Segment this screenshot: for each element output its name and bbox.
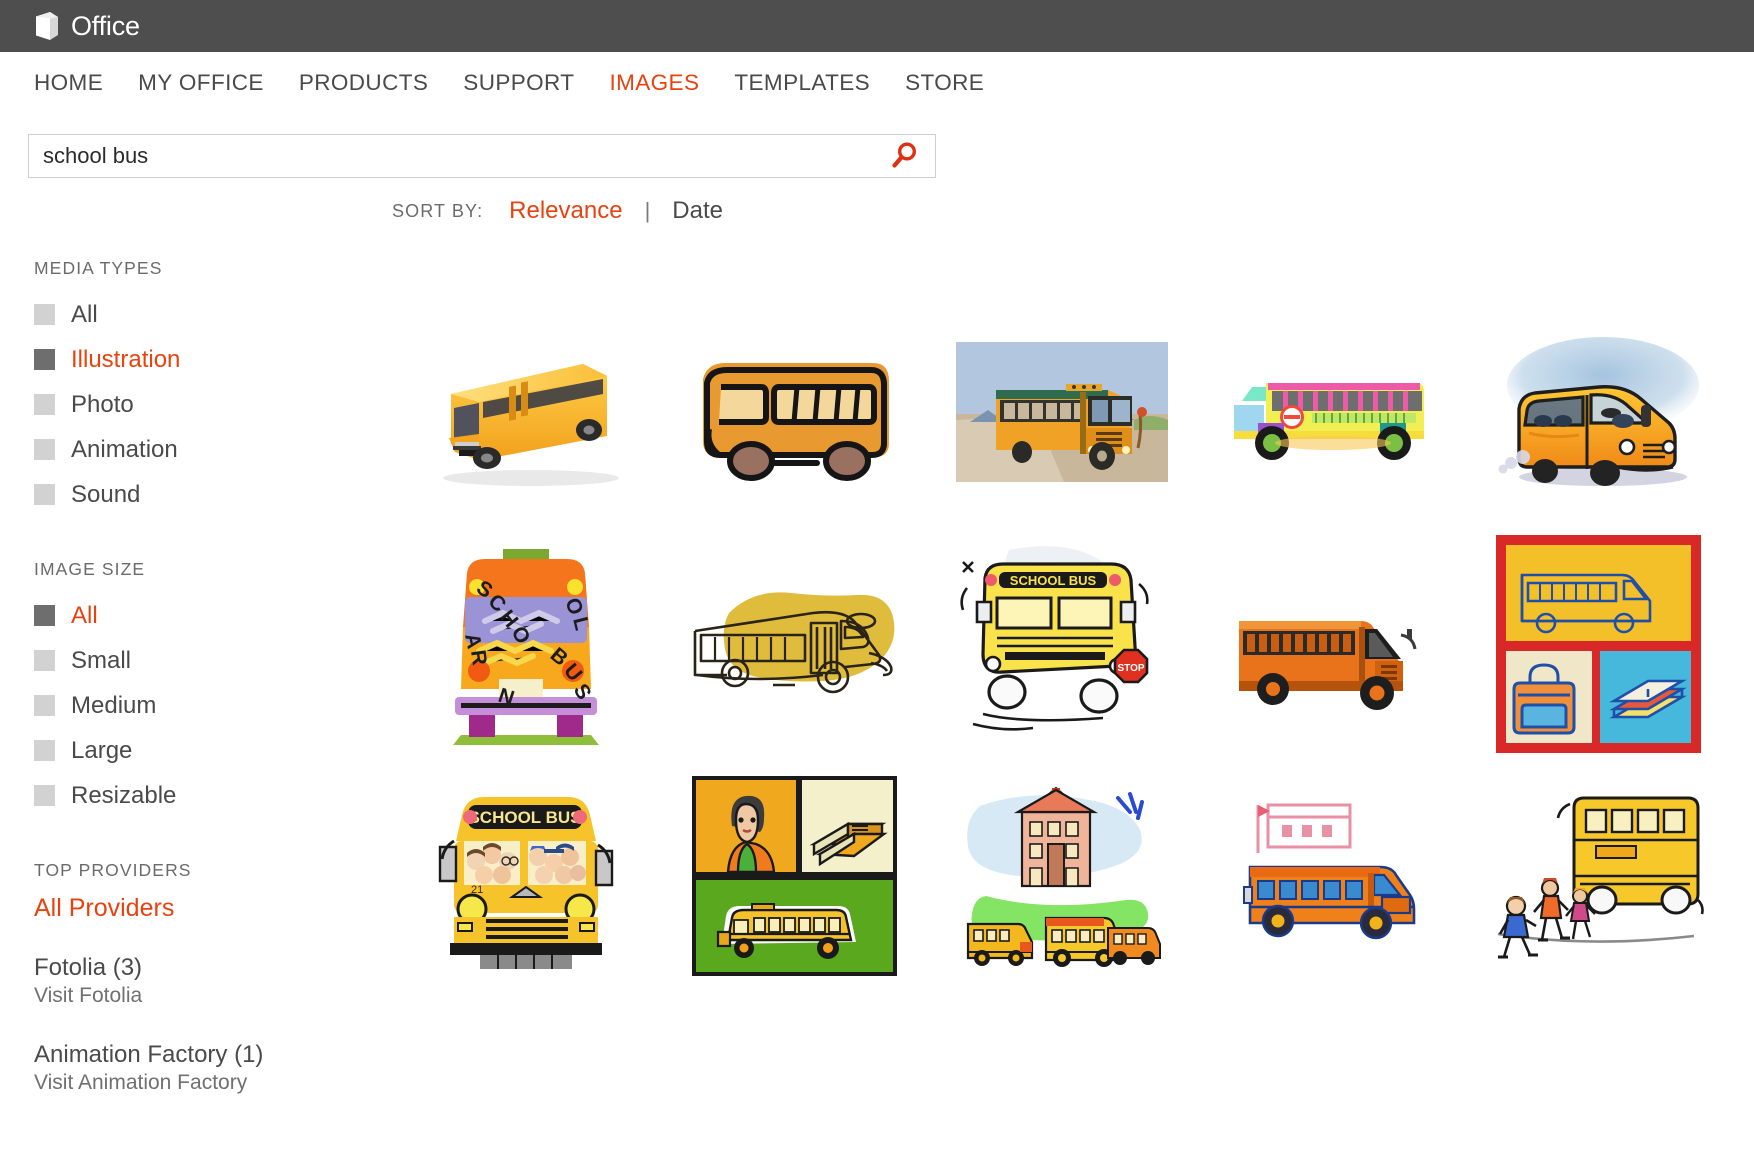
search-button[interactable] [873,135,935,177]
svg-text:SCHOOL BUS: SCHOOL BUS [1010,573,1097,588]
sort-option-relevance[interactable]: Relevance [509,197,622,225]
facet-label: All [71,601,98,629]
facet-group-image-size: IMAGE SIZE All Small Medium Large Resiza… [34,559,364,818]
checkbox-icon[interactable] [34,740,55,761]
image-results-grid: S C H O O L B U S A R N SCHOOL BUS STOP … [392,296,1732,992]
checkbox-icon[interactable] [34,695,55,716]
facet-label: Large [71,736,133,764]
facet-label: Illustration [71,345,181,373]
facet-image-size-medium[interactable]: Medium [34,683,364,728]
thumb-school-collage-bus-backpack-books[interactable] [1464,528,1732,760]
thumb-front-view-stylized-school-bus[interactable]: S C H O O L B U S A R N [392,528,660,760]
facet-label: Sound [71,480,141,508]
facet-image-size-resizable[interactable]: Resizable [34,773,364,818]
facet-media-type-all[interactable]: All [34,292,364,337]
thumb-kids-running-to-bus[interactable] [1464,760,1732,992]
thumb-school-bus-on-desert-road[interactable] [928,296,1196,528]
checkbox-icon[interactable] [34,439,55,460]
checkbox-icon[interactable] [34,605,55,626]
sort-by-label: SORT BY: [392,200,484,221]
nav-item-templates[interactable]: TEMPLATES [734,70,870,96]
provider-visit-link[interactable]: Visit Animation Factory [34,1069,364,1096]
thumb-sketchy-orange-bus-outline[interactable] [660,296,928,528]
checkbox-icon[interactable] [34,484,55,505]
office-logo-icon [36,12,58,40]
facet-label: All [71,300,98,328]
nav-item-products[interactable]: PRODUCTS [299,70,428,96]
thumb-cartoon-bus-with-stop-sign[interactable]: SCHOOL BUS STOP [928,528,1196,760]
search-bar [28,134,936,178]
thumb-schoolhouse-with-buses[interactable] [928,760,1196,992]
provider-visit-link[interactable]: Visit Fotolia [34,982,364,1009]
nav-item-store[interactable]: STORE [905,70,984,96]
checkbox-icon[interactable] [34,650,55,671]
thumb-panel-teacher-books-bus[interactable] [660,760,928,992]
thumb-rainbow-multicolor-bus[interactable] [1196,296,1464,528]
thumb-watercolor-yellow-bus[interactable] [1464,296,1732,528]
facet-label: Animation [71,435,178,463]
facet-label: Medium [71,691,157,719]
nav-item-support[interactable]: SUPPORT [463,70,574,96]
checkbox-icon[interactable] [34,304,55,325]
facet-media-type-photo[interactable]: Photo [34,382,364,427]
nav-item-home[interactable]: HOME [34,70,103,96]
facet-media-type-illustration[interactable]: Illustration [34,337,364,382]
checkbox-icon[interactable] [34,349,55,370]
office-top-bar: Office [0,0,1754,52]
provider-name: Fotolia (3) [34,954,143,981]
facet-media-type-animation[interactable]: Animation [34,427,364,472]
facet-media-type-sound[interactable]: Sound [34,472,364,517]
facet-label: Small [71,646,132,674]
facet-group-top-providers: TOP PROVIDERS All Providers Fotolia (3) … [34,860,364,1096]
thumb-school-bus-full-of-children[interactable]: SCHOOL BUS 21 [392,760,660,992]
checkbox-icon[interactable] [34,394,55,415]
facet-group-title: MEDIA TYPES [34,258,163,278]
checkbox-icon[interactable] [34,785,55,806]
facet-group-title: IMAGE SIZE [34,559,146,579]
svg-text:SCHOOL BUS: SCHOOL BUS [468,808,581,827]
facet-image-size-all[interactable]: All [34,593,364,638]
thumb-orange-bus-three-quarter[interactable] [1196,528,1464,760]
results-panel: SORT BY: Relevance | Date S C H O O L B … [392,196,1732,992]
thumb-line-art-bus-on-gold-blob[interactable] [660,528,928,760]
sort-separator: | [644,198,651,223]
provider-item-fotolia[interactable]: Fotolia (3) Visit Fotolia [34,953,364,1010]
nav-item-images[interactable]: IMAGES [609,70,699,96]
facet-label: Resizable [71,781,177,809]
facet-group-media-types: MEDIA TYPES All Illustration Photo Anima… [34,258,364,517]
filters-sidebar: MEDIA TYPES All Illustration Photo Anima… [34,258,364,1138]
sort-bar: SORT BY: Relevance | Date [392,196,1732,226]
svg-text:STOP: STOP [1117,663,1144,674]
facet-group-title: TOP PROVIDERS [34,860,192,880]
search-input[interactable] [29,143,873,169]
nav-item-my-office[interactable]: MY OFFICE [138,70,264,96]
thumb-bus-in-front-of-school[interactable] [1196,760,1464,992]
thumb-3d-yellow-school-bus-angled[interactable] [392,296,660,528]
sort-option-date[interactable]: Date [672,197,723,225]
office-wordmark: Office [71,10,140,41]
search-icon [892,142,917,168]
provider-item-animation-factory[interactable]: Animation Factory (1) Visit Animation Fa… [34,1040,364,1097]
provider-name: Animation Factory (1) [34,1040,264,1068]
facet-label: Photo [71,390,134,418]
facet-image-size-small[interactable]: Small [34,638,364,683]
svg-text:R: R [466,648,491,666]
provider-all-providers[interactable]: All Providers [34,894,364,923]
main-navigation: HOME MY OFFICE PRODUCTS SUPPORT IMAGES T… [0,52,1754,114]
facet-image-size-large[interactable]: Large [34,728,364,773]
